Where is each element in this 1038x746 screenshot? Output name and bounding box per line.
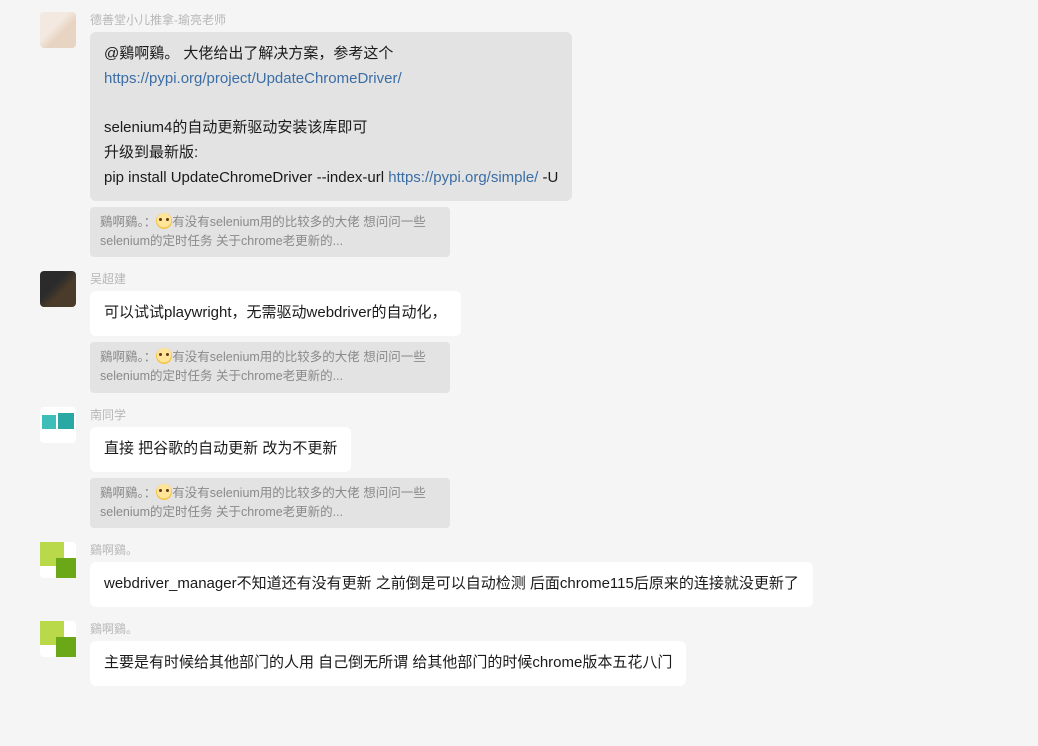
message-bubble[interactable]: 可以试试playwright，无需驱动webdriver的自动化， <box>90 291 461 336</box>
avatar[interactable] <box>40 621 76 657</box>
thinking-emoji-icon <box>156 213 172 229</box>
message-body: 鷄啊鷄。 webdriver_manager不知道还有没有更新 之前倒是可以自动… <box>90 542 998 607</box>
sender-name[interactable]: 鷄啊鷄。 <box>90 621 998 637</box>
avatar[interactable] <box>40 271 76 307</box>
message-body: 吴超建 可以试试playwright，无需驱动webdriver的自动化， 鷄啊… <box>90 271 998 393</box>
message-text: webdriver_manager不知道还有没有更新 之前倒是可以自动检测 后面… <box>104 575 799 592</box>
quote-sep: ： <box>144 350 157 364</box>
sender-name[interactable]: 南同学 <box>90 407 998 423</box>
quote-sender: 鷄啊鷄。 <box>100 350 144 364</box>
message-text: 直接 把谷歌的自动更新 改为不更新 <box>104 440 337 457</box>
message-bubble[interactable]: 主要是有时候给其他部门的人用 自己倒无所谓 给其他部门的时候chrome版本五花… <box>90 641 686 686</box>
quote-sender: 鷄啊鷄。 <box>100 486 144 500</box>
sender-name[interactable]: 鷄啊鷄。 <box>90 542 998 558</box>
link[interactable]: https://pypi.org/project/UpdateChromeDri… <box>104 70 402 87</box>
message-body: 德善堂小儿推拿-瑜亮老师 @鷄啊鷄。 大佬给出了解决方案，参考这个 https:… <box>90 12 998 257</box>
sender-name[interactable]: 吴超建 <box>90 271 998 287</box>
chat-message: 南同学 直接 把谷歌的自动更新 改为不更新 鷄啊鷄。：有没有selenium用的… <box>0 403 1038 533</box>
quote-sep: ： <box>144 215 157 229</box>
message-body: 鷄啊鷄。 主要是有时候给其他部门的人用 自己倒无所谓 给其他部门的时候chrom… <box>90 621 998 686</box>
chat-message: 吴超建 可以试试playwright，无需驱动webdriver的自动化， 鷄啊… <box>0 267 1038 397</box>
message-text: -U <box>538 169 558 186</box>
quoted-message[interactable]: 鷄啊鷄。：有没有selenium用的比较多的大佬 想问问一些selenium的定… <box>90 207 450 258</box>
quoted-message[interactable]: 鷄啊鷄。：有没有selenium用的比较多的大佬 想问问一些selenium的定… <box>90 342 450 393</box>
message-bubble[interactable]: @鷄啊鷄。 大佬给出了解决方案，参考这个 https://pypi.org/pr… <box>90 32 572 201</box>
message-bubble[interactable]: webdriver_manager不知道还有没有更新 之前倒是可以自动检测 后面… <box>90 562 813 607</box>
chat-message: 德善堂小儿推拿-瑜亮老师 @鷄啊鷄。 大佬给出了解决方案，参考这个 https:… <box>0 8 1038 261</box>
quote-sender: 鷄啊鷄。 <box>100 215 144 229</box>
link[interactable]: https://pypi.org/simple/ <box>388 169 538 186</box>
message-bubble[interactable]: 直接 把谷歌的自动更新 改为不更新 <box>90 427 351 472</box>
message-text: @鷄啊鷄。 大佬给出了解决方案，参考这个 <box>104 45 393 62</box>
message-text: selenium4的自动更新驱动安装该库即可 <box>104 119 367 136</box>
sender-name[interactable]: 德善堂小儿推拿-瑜亮老师 <box>90 12 998 28</box>
avatar[interactable] <box>40 12 76 48</box>
avatar[interactable] <box>40 542 76 578</box>
quote-sep: ： <box>144 486 157 500</box>
message-text: 主要是有时候给其他部门的人用 自己倒无所谓 给其他部门的时候chrome版本五花… <box>104 654 672 671</box>
thinking-emoji-icon <box>156 348 172 364</box>
message-text: 升级到最新版: <box>104 144 198 161</box>
quoted-message[interactable]: 鷄啊鷄。：有没有selenium用的比较多的大佬 想问问一些selenium的定… <box>90 478 450 529</box>
avatar[interactable] <box>40 407 76 443</box>
message-body: 南同学 直接 把谷歌的自动更新 改为不更新 鷄啊鷄。：有没有selenium用的… <box>90 407 998 529</box>
chat-message: 鷄啊鷄。 主要是有时候给其他部门的人用 自己倒无所谓 给其他部门的时候chrom… <box>0 617 1038 690</box>
message-text: 可以试试playwright，无需驱动webdriver的自动化， <box>104 304 447 321</box>
thinking-emoji-icon <box>156 484 172 500</box>
chat-message: 鷄啊鷄。 webdriver_manager不知道还有没有更新 之前倒是可以自动… <box>0 538 1038 611</box>
message-text: pip install UpdateChromeDriver --index-u… <box>104 169 388 186</box>
